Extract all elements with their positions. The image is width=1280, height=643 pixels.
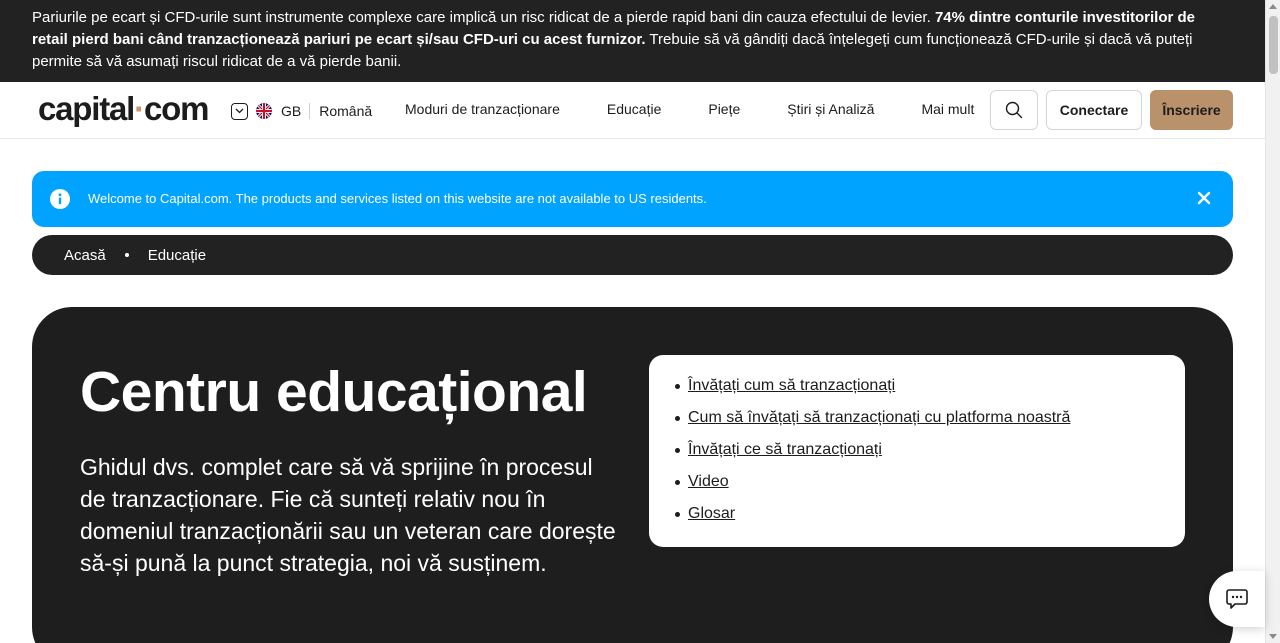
main-nav: Moduri de tranzacționare Educație Piețe …	[405, 101, 974, 121]
search-icon	[1005, 101, 1023, 119]
nav-item-news-analysis[interactable]: Știri și Analiză	[787, 101, 874, 121]
link-glossary[interactable]: Glosar	[688, 505, 735, 522]
link-video[interactable]: Video	[688, 473, 729, 490]
nav-item-education[interactable]: Educație	[607, 101, 661, 121]
chat-button[interactable]	[1209, 571, 1265, 627]
breadcrumb-home[interactable]: Acasă	[64, 247, 106, 264]
link-learn-to-trade[interactable]: Învățați cum să tranzacționați	[688, 377, 895, 394]
language-divider	[309, 103, 311, 119]
logo-text-capital: capital	[38, 90, 135, 127]
chevron-down-icon	[231, 102, 248, 120]
breadcrumb-current: Educație	[147, 246, 207, 264]
page-scrollbar[interactable]	[1265, 0, 1280, 643]
signup-button[interactable]: Înscriere	[1150, 90, 1233, 130]
breadcrumb-separator	[124, 253, 129, 257]
page-title: Centru educațional	[80, 360, 588, 424]
capital-com-logo[interactable]: capital·com	[38, 90, 209, 128]
link-learn-with-platform[interactable]: Cum să învățați să tranzacționați cu pla…	[688, 409, 1070, 426]
link-learn-what-to-trade[interactable]: Învățați ce să tranzacționați	[688, 441, 882, 458]
region-code: GB	[281, 103, 302, 119]
risk-warning-banner: Pariurile pe ecart și CFD-urile sunt ins…	[0, 0, 1265, 82]
list-item: Video	[674, 470, 1070, 502]
notice-text: Welcome to Capital.com. The products and…	[88, 191, 707, 206]
close-icon[interactable]	[1197, 191, 1211, 205]
education-links-card: Învățați cum să tranzacționați Cum să în…	[649, 355, 1185, 547]
list-item: Cum să învățați să tranzacționați cu pla…	[674, 406, 1070, 438]
chat-icon	[1226, 589, 1248, 609]
breadcrumb: Acasă Educație	[32, 235, 1233, 275]
search-button[interactable]	[990, 90, 1038, 130]
us-residents-notice: Welcome to Capital.com. The products and…	[32, 171, 1233, 227]
scroll-down-arrow-icon[interactable]	[1269, 634, 1277, 639]
list-item: Învățați ce să tranzacționați	[674, 438, 1070, 470]
logo-dot: ·	[134, 90, 145, 127]
info-icon	[50, 189, 70, 209]
scroll-up-arrow-icon[interactable]	[1269, 4, 1277, 9]
nav-item-more[interactable]: Mai mult	[921, 101, 974, 121]
site-header: capital·com GB Română Moduri de tranzacț…	[0, 82, 1265, 139]
education-links-list: Învățați cum să tranzacționați Cum să în…	[674, 374, 1070, 534]
language-label: Română	[319, 103, 373, 119]
education-hero: Centru educațional Ghidul dvs. complet c…	[32, 307, 1233, 643]
risk-warning-text: Pariurile pe ecart și CFD-urile sunt ins…	[32, 9, 935, 26]
nav-item-markets[interactable]: Piețe	[708, 101, 740, 121]
uk-flag-icon	[256, 103, 272, 119]
language-selector[interactable]: GB Română	[231, 101, 372, 121]
list-item: Învățați cum să tranzacționați	[674, 374, 1070, 406]
nav-item-trading-modes[interactable]: Moduri de tranzacționare	[405, 101, 560, 121]
list-item: Glosar	[674, 502, 1070, 534]
hero-description: Ghidul dvs. complet care să vă sprijine …	[80, 454, 616, 576]
login-button[interactable]: Conectare	[1046, 90, 1142, 130]
scrollbar-thumb[interactable]	[1269, 16, 1278, 74]
logo-text-com: com	[143, 90, 209, 127]
